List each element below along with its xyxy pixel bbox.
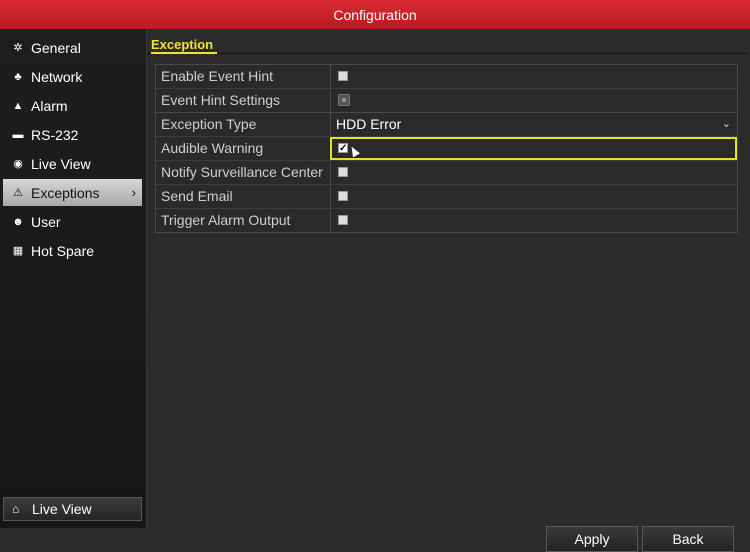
network-icon: ♣ — [14, 70, 22, 83]
sidebar: ✲ General ♣ Network ▲ Alarm ▬ RS-232 ◉ L… — [0, 29, 147, 528]
mouse-cursor-icon — [348, 144, 360, 158]
notify-surveillance-center-cell — [330, 161, 737, 184]
window-title: Configuration — [333, 6, 417, 23]
sidebar-item-label: Network — [31, 68, 83, 85]
audible-warning-row: Audible Warning ✓ — [156, 137, 737, 161]
audible-warning-label: Audible Warning — [161, 140, 264, 156]
sidebar-item-label: User — [31, 213, 61, 230]
notify-surveillance-center-row: Notify Surveillance Center — [156, 161, 737, 185]
trigger-alarm-output-checkbox[interactable] — [338, 215, 348, 225]
sidebar-item-live-view[interactable]: ◉ Live View — [3, 150, 142, 177]
exception-type-select[interactable]: HDD Error ⌄ — [330, 113, 737, 136]
exception-type-label: Exception Type — [161, 116, 257, 132]
settings-gear-icon[interactable] — [338, 94, 350, 106]
sidebar-item-label: Live View — [31, 155, 91, 172]
exception-type-row: Exception Type HDD Error ⌄ — [156, 113, 737, 137]
exception-type-value: HDD Error — [336, 116, 402, 132]
sidebar-item-hot-spare[interactable]: ▦ Hot Spare — [3, 237, 142, 264]
gear-icon: ✲ — [13, 42, 23, 54]
apply-button[interactable]: Apply — [546, 526, 638, 552]
enable-event-hint-label: Enable Event Hint — [161, 68, 274, 84]
audible-warning-cell: ✓ — [330, 137, 737, 160]
sidebar-item-rs232[interactable]: ▬ RS-232 — [3, 121, 142, 148]
back-button[interactable]: Back — [642, 526, 734, 552]
enable-event-hint-row: Enable Event Hint — [156, 65, 737, 89]
sidebar-item-exceptions[interactable]: ⚠ Exceptions › — [3, 179, 142, 206]
sidebar-item-label: Hot Spare — [31, 242, 95, 259]
sidebar-item-network[interactable]: ♣ Network — [3, 63, 142, 90]
sidebar-item-label: RS-232 — [31, 126, 79, 143]
user-icon: ☻ — [12, 215, 24, 228]
sidebar-item-alarm[interactable]: ▲ Alarm — [3, 92, 142, 119]
section-tab-bar: Exception — [147, 35, 747, 54]
live-view-button[interactable]: ⌂ Live View — [3, 497, 142, 521]
trigger-alarm-output-label: Trigger Alarm Output — [161, 212, 291, 228]
sidebar-item-general[interactable]: ✲ General — [3, 34, 142, 61]
tab-exception[interactable]: Exception — [151, 37, 218, 54]
home-icon: ⌂ — [12, 502, 20, 516]
send-email-row: Send Email — [156, 185, 737, 209]
exception-settings-group: Exception Type HDD Error ⌄ Audible Warni… — [155, 112, 738, 233]
title-bar: Configuration — [0, 0, 750, 29]
alarm-icon: ▲ — [12, 99, 24, 112]
event-hint-settings-label: Event Hint Settings — [161, 92, 281, 108]
send-email-cell — [330, 185, 737, 208]
sidebar-item-user[interactable]: ☻ User — [3, 208, 142, 235]
event-hint-settings-row: Event Hint Settings — [156, 89, 737, 112]
send-email-label: Send Email — [161, 188, 233, 204]
eye-icon: ◉ — [13, 158, 23, 170]
send-email-checkbox[interactable] — [338, 191, 348, 201]
sidebar-item-label: Alarm — [31, 97, 68, 114]
enable-event-hint-cell — [330, 65, 737, 88]
chevron-right-icon: › — [131, 185, 136, 200]
event-hint-settings-cell — [330, 89, 737, 112]
hot-spare-icon: ▦ — [12, 245, 24, 257]
warning-icon: ⚠ — [13, 187, 23, 199]
trigger-alarm-output-row: Trigger Alarm Output — [156, 209, 737, 232]
serial-port-icon: ▬ — [12, 128, 24, 141]
live-view-button-label: Live View — [32, 501, 92, 517]
trigger-alarm-output-cell — [330, 209, 737, 232]
event-hint-group: Enable Event Hint Event Hint Settings — [155, 64, 738, 113]
sidebar-item-label: Exceptions — [31, 184, 100, 201]
notify-surveillance-center-checkbox[interactable] — [338, 167, 348, 177]
sidebar-item-label: General — [31, 39, 81, 56]
chevron-down-icon: ⌄ — [721, 118, 731, 130]
audible-warning-checkbox[interactable]: ✓ — [338, 143, 348, 154]
enable-event-hint-checkbox[interactable] — [338, 71, 348, 81]
notify-surveillance-center-label: Notify Surveillance Center — [161, 164, 323, 180]
main-panel: Exception Enable Event Hint Event Hint S… — [147, 29, 750, 552]
